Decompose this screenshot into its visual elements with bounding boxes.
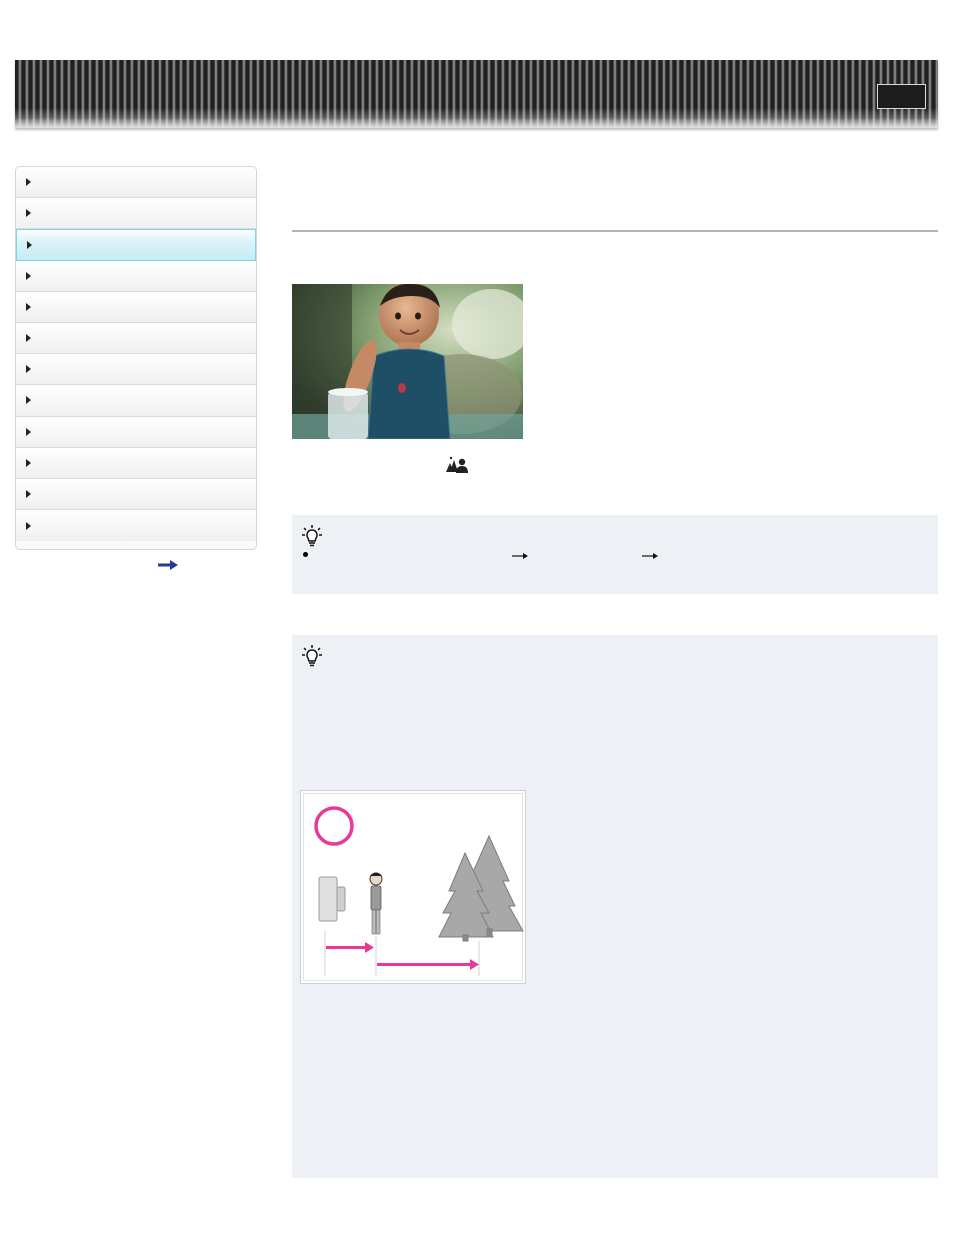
header-banner [15,60,938,128]
camera-icon [318,876,346,922]
distance-diagram [300,790,526,984]
person-icon [369,872,383,935]
hint-box-2 [292,635,938,1178]
sidebar-item-7[interactable] [16,354,256,386]
backlight-portrait-icon [446,456,468,473]
sidebar-nav [15,166,257,550]
sidebar-item-4[interactable] [16,260,256,292]
light-bulb-icon [302,525,322,547]
distance-arrow [326,942,479,970]
bullet-icon [303,552,308,557]
sidebar-item-10[interactable] [16,447,256,479]
title-divider [292,230,938,232]
sidebar-item-1[interactable] [16,167,256,199]
triangle-right-icon [26,396,31,405]
hint-box-1 [292,515,938,594]
right-arrow-icon [642,553,658,559]
triangle-right-icon [26,209,31,218]
triangle-right-icon [26,365,31,374]
top-page-button[interactable] [877,84,926,109]
light-bulb-icon [302,645,322,667]
sidebar-item-11[interactable] [16,478,256,511]
triangle-right-icon [26,521,31,530]
sidebar-item-8[interactable] [16,385,256,417]
circle-mark-icon [314,806,354,846]
triangle-right-icon [26,302,31,311]
triangle-right-icon [26,427,31,436]
right-arrow-icon [512,553,528,559]
diagram-illustration [314,806,524,976]
sidebar-item-2[interactable] [16,198,256,230]
sidebar-item-12[interactable] [16,510,256,542]
sidebar-item-3-active[interactable] [16,229,256,261]
sidebar-item-9[interactable] [16,416,256,448]
sidebar-item-6[interactable] [16,322,256,355]
triangle-right-icon [26,458,31,467]
sidebar-item-5[interactable] [16,291,256,323]
example-photo [292,284,523,439]
triangle-right-icon [26,489,31,498]
triangle-right-icon [26,178,31,187]
trees-icon [438,834,524,942]
right-arrow-icon[interactable] [158,560,178,570]
triangle-right-icon [26,271,31,280]
triangle-right-icon [26,334,31,343]
triangle-right-icon [27,240,32,249]
